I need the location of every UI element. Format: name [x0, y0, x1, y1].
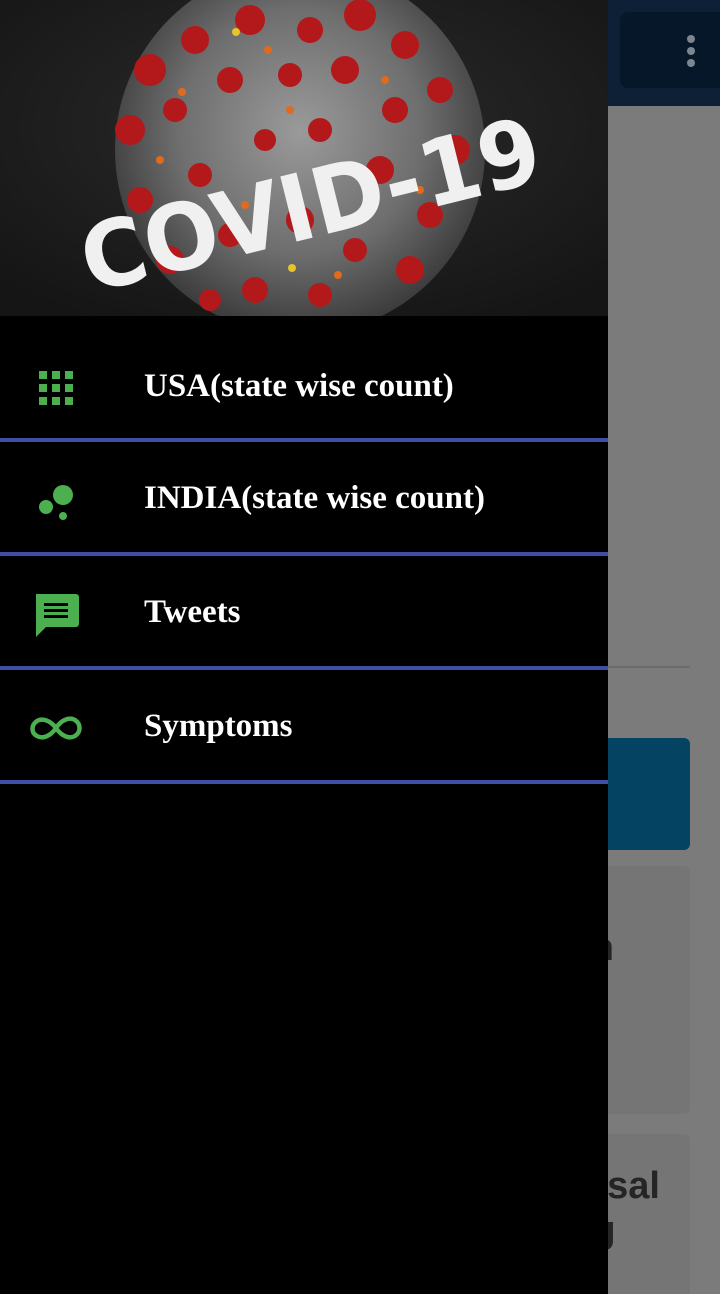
drawer-item-label: INDIA(state wise count) [144, 480, 485, 516]
overflow-dot-icon [687, 47, 695, 55]
drawer-item-label: Tweets [144, 594, 241, 630]
drawer-header-image: COVID-19 [0, 0, 608, 316]
drawer-item-tweets[interactable]: Tweets [0, 556, 608, 670]
content-divider [600, 666, 690, 668]
drawer-item-symptoms[interactable]: Symptoms [0, 670, 608, 784]
bubbles-icon [28, 472, 84, 528]
overflow-dot-icon [687, 35, 695, 43]
screen: 9) n rsal g [0, 0, 720, 1294]
drawer-menu: USA(state wise count) INDIA(state wise c… [0, 316, 608, 784]
drawer-item-label: Symptoms [144, 708, 293, 744]
chat-message-icon [28, 586, 84, 642]
covid-virus-illustration-icon: COVID-19 [0, 0, 608, 316]
overflow-dot-icon [687, 59, 695, 67]
overflow-menu-button[interactable] [620, 12, 720, 88]
navigation-drawer: COVID-19 USA(state wise count) INDIA(sta… [0, 0, 608, 1294]
drawer-item-usa[interactable]: USA(state wise count) [0, 316, 608, 442]
drawer-item-label: USA(state wise count) [144, 368, 454, 404]
grid-icon [28, 360, 84, 416]
drawer-item-india[interactable]: INDIA(state wise count) [0, 442, 608, 556]
infinity-icon [28, 700, 84, 756]
